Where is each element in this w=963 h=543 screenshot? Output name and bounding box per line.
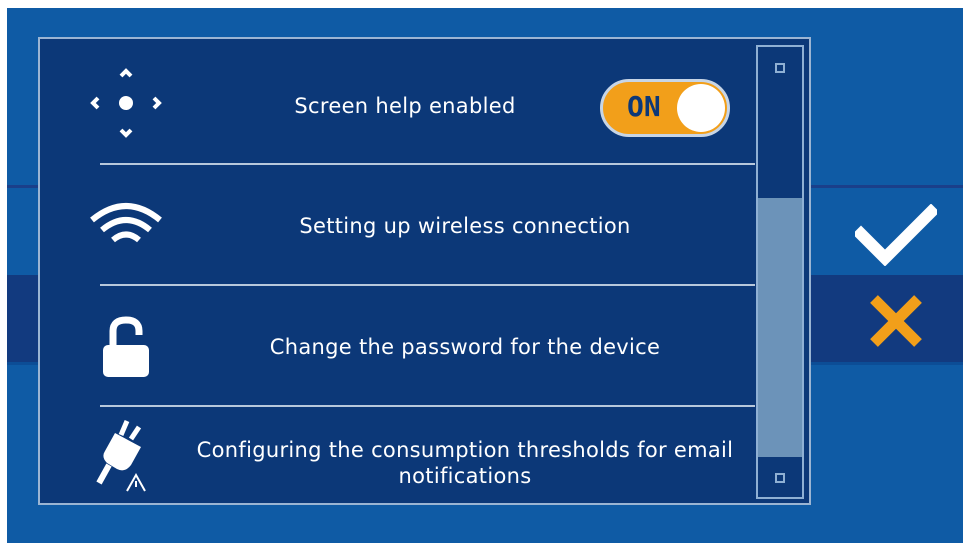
cancel-button[interactable]	[848, 282, 944, 360]
setting-row-screen-help[interactable]: Screen help enabled ON	[40, 43, 755, 163]
setting-label: Change the password for the device	[269, 335, 661, 359]
setting-label: Setting up wireless connection	[299, 214, 631, 238]
scroll-down-button[interactable]	[758, 457, 802, 499]
scroll-down-icon	[775, 473, 785, 483]
toggle-knob	[677, 84, 725, 132]
setting-label: Configuring the consumption thresholds f…	[196, 438, 734, 488]
scrollbar[interactable]	[756, 45, 804, 499]
scroll-up-icon	[775, 63, 785, 73]
checkmark-icon	[855, 204, 937, 266]
plug-warning-icon	[86, 413, 166, 493]
unlocked-padlock-icon	[86, 308, 166, 388]
scroll-thumb[interactable]	[758, 91, 802, 200]
screen-help-toggle[interactable]: ON	[600, 79, 730, 137]
setting-row-thresholds[interactable]: Configuring the consumption thresholds f…	[40, 407, 755, 499]
setting-row-password[interactable]: Change the password for the device	[40, 286, 755, 406]
scroll-track-fill	[758, 198, 802, 457]
wifi-icon	[86, 188, 166, 268]
scroll-up-button[interactable]	[758, 47, 802, 89]
toggle-state-label: ON	[627, 90, 661, 123]
setting-row-wireless[interactable]: Setting up wireless connection	[40, 165, 755, 285]
confirm-button[interactable]	[848, 196, 944, 274]
close-icon	[870, 295, 922, 347]
setting-label: Screen help enabled	[294, 94, 516, 118]
navigation-arrows-icon	[86, 63, 166, 143]
settings-panel: Screen help enabled ON Setting up wirele…	[38, 37, 811, 505]
